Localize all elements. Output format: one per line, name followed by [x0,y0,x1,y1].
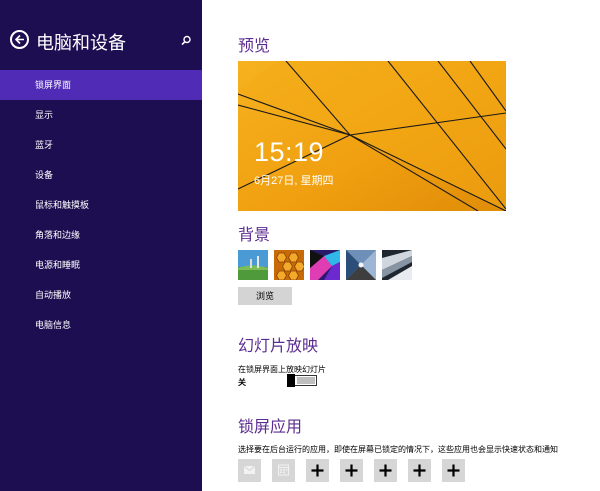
architecture-thumbnail[interactable] [382,250,412,280]
browse-button[interactable]: 浏览 [238,287,292,305]
sidebar-item-display[interactable]: 显示 [0,100,202,130]
search-icon [181,35,191,46]
mail-app-slot[interactable] [238,459,261,482]
lock-screen-preview: 15:19 6月27日, 星期四 [238,61,506,211]
back-arrow-icon [14,34,24,45]
add-app-slot[interactable] [306,459,329,482]
slideshow-toggle[interactable] [287,374,317,387]
plus-icon [413,464,426,477]
preview-wallpaper [238,61,506,211]
sidebar-item-lock-screen[interactable]: 锁屏界面 [0,70,202,100]
sidebar-item-mouse-touchpad[interactable]: 鼠标和触摸板 [0,190,202,220]
preview-date: 6月27日, 星期四 [254,175,334,187]
calendar-app-slot[interactable] [272,459,295,482]
landscape-thumbnail[interactable] [238,250,268,280]
add-app-slot[interactable] [374,459,397,482]
slideshow-heading: 幻灯片放映 [238,338,319,355]
mail-icon [243,465,256,474]
sidebar-item-devices[interactable]: 设备 [0,160,202,190]
lock-apps-heading: 锁屏应用 [238,419,303,436]
colorful-thumbnail[interactable] [310,250,340,280]
main-content: 预览 15:19 6月27日, 星期四 背景 浏览 幻灯片放映 在锁屏界面上放映… [202,0,600,491]
sidebar-title: 电脑和设备 [36,33,126,53]
tunnel-thumbnail[interactable] [346,250,376,280]
back-button[interactable] [10,30,29,49]
sidebar: 电脑和设备 锁屏界面 显示 蓝牙 设备 鼠标和触摸板 角落和边缘 电源和睡眠 自… [0,0,202,491]
calendar-icon [278,464,289,476]
add-app-slot[interactable] [340,459,363,482]
slideshow-toggle-state: 关 [238,378,246,387]
background-heading: 背景 [238,227,271,244]
sidebar-nav: 锁屏界面 显示 蓝牙 设备 鼠标和触摸板 角落和边缘 电源和睡眠 自动播放 电脑… [0,70,202,340]
sidebar-item-power-sleep[interactable]: 电源和睡眠 [0,250,202,280]
search-button[interactable] [179,34,193,48]
toggle-knob [287,374,295,387]
plus-icon [345,464,358,477]
sidebar-item-autoplay[interactable]: 自动播放 [0,280,202,310]
sidebar-item-bluetooth[interactable]: 蓝牙 [0,130,202,160]
lock-apps-description: 选择要在后台运行的应用，即使在屏幕已锁定的情况下，这些应用也会显示快速状态和通知 [238,445,558,454]
sidebar-item-pc-info[interactable]: 电脑信息 [0,310,202,340]
slideshow-description: 在锁屏界面上放映幻灯片 [238,365,326,374]
add-app-slot[interactable] [442,459,465,482]
plus-icon [447,464,460,477]
preview-time: 15:19 [254,137,325,167]
preview-heading: 预览 [238,38,271,55]
plus-icon [311,464,324,477]
sidebar-item-corners-edges[interactable]: 角落和边缘 [0,220,202,250]
plus-icon [379,464,392,477]
honeycomb-thumbnail[interactable] [274,250,304,280]
toggle-track [297,377,315,384]
add-app-slot[interactable] [408,459,431,482]
